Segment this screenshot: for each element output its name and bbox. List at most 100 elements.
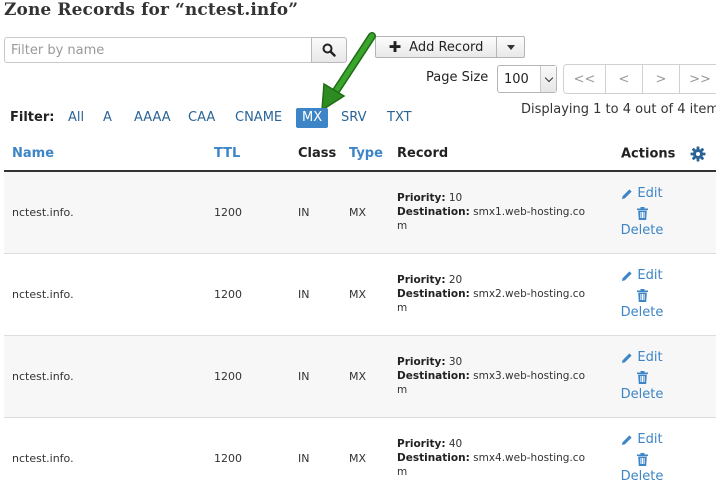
priority-label: Priority: (397, 356, 446, 368)
edit-button[interactable]: Edit (621, 268, 663, 283)
page-size-label: Page Size (426, 70, 489, 85)
priority-label: Priority: (397, 438, 446, 451)
column-header-name[interactable]: Name (12, 137, 214, 172)
trash-icon[interactable] (636, 453, 648, 469)
filter-aaaa[interactable]: AAAA (130, 108, 175, 128)
record-destination-wrap: m (397, 302, 408, 314)
record-priority: 10 (448, 192, 463, 205)
priority-label: Priority: (397, 274, 446, 286)
destination-label: Destination: (397, 288, 470, 300)
record-type: MX (349, 252, 397, 335)
record-ttl: 1200 (214, 416, 298, 499)
record-destination: smx3.web-hosting.co (473, 370, 585, 382)
record-ttl: 1200 (214, 170, 298, 253)
edit-label: Edit (637, 268, 663, 283)
table-row: nctest.info. 1200 IN MX Priority: 40 Des… (4, 416, 716, 499)
add-record-button[interactable]: ✚ Add Record (375, 36, 497, 58)
zone-records-table: Name TTL Class Type Record Actions nctes… (4, 137, 716, 499)
filter-all[interactable]: All (64, 108, 88, 128)
delete-button[interactable]: Delete (621, 387, 664, 402)
edit-label: Edit (637, 350, 663, 365)
record-name: nctest.info. (12, 416, 214, 499)
gear-icon[interactable] (690, 146, 706, 162)
record-details: Priority: 30 Destination: smx3.web-hosti… (397, 334, 617, 417)
record-priority: 40 (448, 438, 463, 451)
filter-label: Filter: (10, 110, 55, 125)
edit-label: Edit (637, 432, 663, 448)
first-page-button[interactable]: << (564, 65, 606, 93)
record-destination: smx4.web-hosting.co (473, 452, 585, 465)
column-header-actions: Actions (617, 137, 716, 172)
filter-cname[interactable]: CNAME (231, 108, 286, 128)
priority-label: Priority: (397, 192, 446, 205)
actions-header-label: Actions (621, 146, 676, 161)
filter-a[interactable]: A (99, 108, 116, 128)
displaying-count: Displaying 1 to 4 out of 4 items (521, 102, 716, 117)
filter-mx[interactable]: MX (296, 108, 329, 128)
record-actions: Edit Delete (617, 252, 716, 335)
pencil-icon (622, 435, 633, 445)
pagination-controls: << < > >> (563, 64, 716, 94)
filter-srv[interactable]: SRV (337, 108, 370, 128)
page-title: Zone Records for “nctest.info” (4, 0, 299, 20)
green-arrow-icon (321, 32, 376, 112)
record-destination: smx2.web-hosting.co (473, 288, 585, 300)
trash-icon[interactable] (636, 207, 648, 223)
record-destination: smx1.web-hosting.co (473, 206, 585, 219)
record-type: MX (349, 416, 397, 499)
record-details: Priority: 10 Destination: smx1.web-hosti… (397, 170, 617, 253)
search-group (4, 37, 347, 63)
pencil-icon (622, 189, 633, 199)
destination-label: Destination: (397, 206, 470, 219)
next-page-button[interactable]: > (643, 65, 680, 93)
record-name: nctest.info. (12, 334, 214, 417)
delete-button[interactable]: Delete (621, 469, 664, 484)
column-header-class: Class (298, 137, 349, 172)
trash-icon[interactable] (636, 289, 648, 305)
filter-caa[interactable]: CAA (184, 108, 219, 128)
record-priority: 30 (448, 356, 463, 368)
chevron-down-icon (540, 66, 556, 92)
record-ttl: 1200 (214, 334, 298, 417)
edit-button[interactable]: Edit (621, 432, 663, 448)
record-actions: Edit Delete (617, 334, 716, 417)
record-ttl: 1200 (214, 252, 298, 335)
record-destination-wrap: m (397, 466, 408, 479)
column-header-record: Record (397, 137, 617, 172)
prev-page-button[interactable]: < (606, 65, 643, 93)
add-record-group: ✚ Add Record (375, 36, 525, 58)
table-row: nctest.info. 1200 IN MX Priority: 30 Des… (4, 334, 716, 417)
record-actions: Edit Delete (617, 416, 716, 499)
delete-button[interactable]: Delete (621, 223, 664, 238)
last-page-button[interactable]: >> (680, 65, 716, 93)
record-class: IN (298, 334, 349, 417)
record-class: IN (298, 170, 349, 253)
record-name: nctest.info. (12, 252, 214, 335)
page-size-value: 100 (504, 71, 529, 87)
record-class: IN (298, 252, 349, 335)
column-header-type[interactable]: Type (349, 137, 397, 172)
caret-down-icon (506, 44, 515, 50)
page-size-select[interactable]: 100 (497, 65, 557, 93)
record-destination-wrap: m (397, 220, 408, 233)
record-priority: 20 (448, 274, 463, 286)
column-header-ttl[interactable]: TTL (214, 137, 298, 172)
table-row: nctest.info. 1200 IN MX Priority: 20 Des… (4, 252, 716, 335)
record-type: MX (349, 334, 397, 417)
edit-button[interactable]: Edit (621, 186, 663, 202)
delete-button[interactable]: Delete (621, 305, 664, 320)
search-input[interactable] (4, 37, 311, 63)
edit-button[interactable]: Edit (621, 350, 663, 365)
record-class: IN (298, 416, 349, 499)
trash-icon[interactable] (636, 371, 648, 387)
destination-label: Destination: (397, 370, 470, 382)
add-record-label: Add Record (409, 39, 484, 55)
destination-label: Destination: (397, 452, 470, 465)
edit-label: Edit (637, 186, 663, 202)
record-type: MX (349, 170, 397, 253)
table-row: nctest.info. 1200 IN MX Priority: 10 Des… (4, 170, 716, 253)
filter-txt[interactable]: TXT (383, 108, 416, 128)
pencil-icon (622, 270, 633, 281)
add-record-dropdown-toggle[interactable] (497, 36, 525, 58)
record-details: Priority: 40 Destination: smx4.web-hosti… (397, 416, 617, 499)
